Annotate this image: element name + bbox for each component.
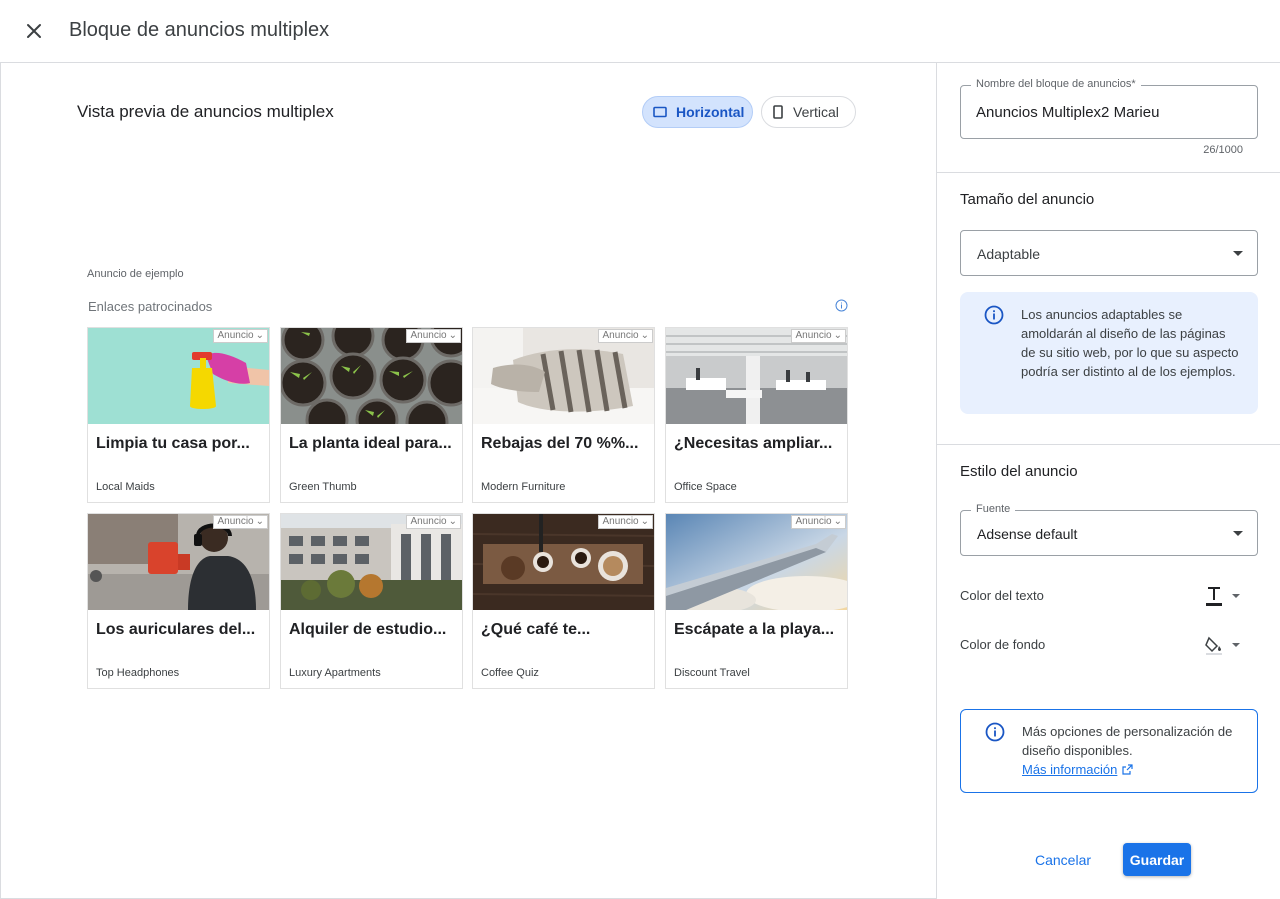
responsive-info-box: Los anuncios adaptables se amoldarán al … [960,292,1258,414]
ad-size-title: Tamaño del anuncio [960,191,1095,208]
ad-advertiser: Modern Furniture [481,481,566,493]
chevron-down-icon [1232,643,1240,647]
ad-size-select[interactable]: Adaptable [960,230,1258,276]
chevron-down-icon: ⌄ [255,330,264,341]
ad-card[interactable]: Anuncio ⌄ La planta ideal para... Green T… [280,327,463,503]
toggle-vertical-label: Vertical [793,104,839,120]
ad-card[interactable]: Anuncio ⌄ Los auriculares del... Top Head… [87,513,270,689]
ad-unit-name-field[interactable]: Nombre del bloque de anuncios* Anuncios … [960,78,1258,139]
ad-card[interactable]: Anuncio ⌄ Limpia tu casa por... Local Mai… [87,327,270,503]
ad-advertiser: Local Maids [96,481,155,493]
dropdown-arrow-icon [1233,251,1243,256]
divider [937,172,1280,173]
ad-advertiser: Office Space [674,481,737,493]
ad-badge-label: Anuncio [217,330,254,341]
ad-headline[interactable]: Limpia tu casa por... [96,435,264,453]
ad-badge-label: Anuncio [410,330,447,341]
ad-card[interactable]: Anuncio ⌄ Rebajas del 70 %%... Modern Fur… [472,327,655,503]
save-button[interactable]: Guardar [1123,843,1191,876]
bg-color-picker[interactable] [1205,633,1249,657]
ad-style-title: Estilo del anuncio [960,463,1078,480]
dialog-header: Bloque de anuncios multiplex [0,0,1280,63]
more-info-link[interactable]: Más información [1022,760,1133,779]
ad-badge[interactable]: Anuncio ⌄ [406,329,461,343]
paint-bucket-icon [1205,636,1222,655]
ad-headline[interactable]: Rebajas del 70 %%... [481,435,649,453]
ad-badge[interactable]: Anuncio ⌄ [791,515,846,529]
ad-headline[interactable]: Los auriculares del... [96,621,264,639]
dropdown-arrow-icon [1233,531,1243,536]
text-color-label: Color del texto [960,588,1044,603]
ad-badge-label: Anuncio [410,516,447,527]
chevron-down-icon: ⌄ [833,330,842,341]
info-icon[interactable] [835,299,848,317]
sample-ad-label: Anuncio de ejemplo [87,268,184,280]
responsive-info-text: Los anuncios adaptables se amoldarán al … [1021,307,1239,379]
font-label: Fuente [971,503,1016,515]
divider [937,444,1280,445]
ad-advertiser: Luxury Apartments [289,667,381,679]
chevron-down-icon [1232,594,1240,598]
font-value: Adsense default [977,526,1078,542]
chevron-down-icon: ⌄ [448,330,457,341]
ad-card[interactable]: Anuncio ⌄ ¿Qué café te... Coffee Quiz [472,513,655,689]
ad-size-value: Adaptable [977,246,1041,262]
ad-headline[interactable]: Alquiler de estudio... [289,621,457,639]
chevron-down-icon: ⌄ [833,516,842,527]
ad-card[interactable]: Anuncio ⌄ Escápate a la playa... Discount… [665,513,848,689]
settings-panel: Nombre del bloque de anuncios* Anuncios … [936,63,1280,899]
portrait-icon [772,105,784,119]
ad-badge-label: Anuncio [795,330,832,341]
ad-unit-name-label: Nombre del bloque de anuncios* [971,78,1141,90]
ad-card[interactable]: Anuncio ⌄ Alquiler de estudio... Luxury A… [280,513,463,689]
toggle-vertical[interactable]: Vertical [761,96,856,128]
info-icon [985,722,1005,747]
bg-color-row: Color de fondo [960,633,1258,657]
text-color-picker[interactable] [1205,584,1249,608]
ad-badge[interactable]: Anuncio ⌄ [213,515,268,529]
sponsored-label: Enlaces patrocinados [88,299,213,314]
close-icon [27,24,41,38]
more-options-box: Más opciones de personalización de diseñ… [960,709,1258,793]
toggle-horizontal[interactable]: Horizontal [642,96,753,128]
preview-title: Vista previa de anuncios multiplex [77,102,334,121]
chevron-down-icon: ⌄ [640,516,649,527]
text-color-row: Color del texto [960,584,1258,608]
bg-color-label: Color de fondo [960,637,1046,652]
ad-card[interactable]: Anuncio ⌄ ¿Necesitas ampliar... Office Sp… [665,327,848,503]
ad-headline[interactable]: La planta ideal para... [289,435,457,453]
landscape-icon [653,106,667,118]
external-link-icon [1122,764,1133,775]
ad-badge-label: Anuncio [217,516,254,527]
close-button[interactable] [20,17,48,45]
ad-badge[interactable]: Anuncio ⌄ [791,329,846,343]
ad-advertiser: Green Thumb [289,481,357,493]
chevron-down-icon: ⌄ [448,516,457,527]
page-title: Bloque de anuncios multiplex [69,19,330,41]
cancel-button[interactable]: Cancelar [1027,844,1099,876]
ad-badge[interactable]: Anuncio ⌄ [213,329,268,343]
ad-advertiser: Top Headphones [96,667,180,679]
ad-headline[interactable]: Escápate a la playa... [674,621,842,639]
chevron-down-icon: ⌄ [255,516,264,527]
ad-badge-label: Anuncio [602,516,639,527]
more-options-text: Más opciones de personalización de diseñ… [1022,724,1233,758]
ad-badge-label: Anuncio [602,330,639,341]
ad-unit-name-value[interactable]: Anuncios Multiplex2 Marieu [976,104,1159,121]
ad-badge[interactable]: Anuncio ⌄ [406,515,461,529]
char-counter: 26/1000 [1203,144,1243,156]
ad-headline[interactable]: ¿Qué café te... [481,621,649,639]
toggle-horizontal-label: Horizontal [676,104,745,120]
ad-badge[interactable]: Anuncio ⌄ [598,515,653,529]
ad-badge-label: Anuncio [795,516,832,527]
more-info-link-label: Más información [1022,762,1118,777]
ad-badge[interactable]: Anuncio ⌄ [598,329,653,343]
ad-advertiser: Coffee Quiz [481,667,539,679]
ad-advertiser: Discount Travel [674,667,750,679]
font-select[interactable]: Fuente Adsense default [960,503,1258,556]
text-color-icon [1206,587,1222,606]
info-icon [984,305,1004,330]
ad-headline[interactable]: ¿Necesitas ampliar... [674,435,842,453]
chevron-down-icon: ⌄ [640,330,649,341]
